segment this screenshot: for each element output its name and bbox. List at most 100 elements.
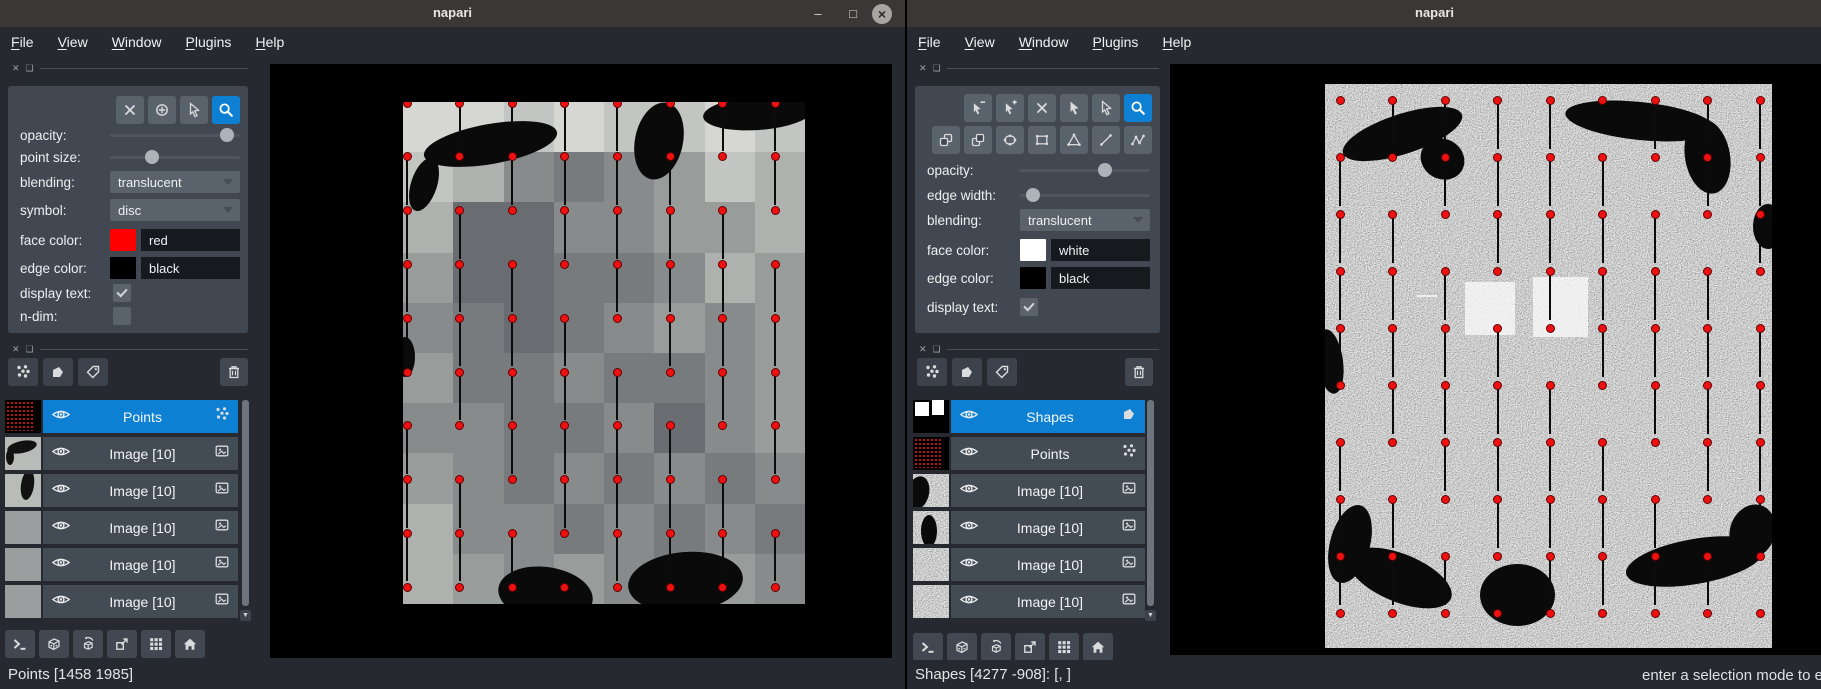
ndisplay-cube-button[interactable] — [947, 633, 977, 661]
roll-cube-button[interactable] — [981, 633, 1011, 661]
layer-row-image-10-[interactable]: Image [10] — [913, 474, 1145, 507]
scroll-down-button[interactable]: ▼ — [1145, 610, 1156, 621]
close-button[interactable]: × — [872, 4, 892, 24]
visibility-eye-icon[interactable] — [959, 593, 979, 611]
select-points-tool[interactable] — [180, 96, 208, 124]
visibility-eye-icon[interactable] — [51, 556, 71, 574]
visibility-eye-icon[interactable] — [51, 593, 71, 611]
vertex-remove-tool[interactable] — [964, 94, 992, 122]
pan-zoom-tool[interactable] — [1124, 94, 1152, 122]
layer-row-image-10-[interactable]: Image [10] — [913, 585, 1145, 618]
menu-window[interactable]: Window — [112, 34, 162, 50]
delete-layer-button[interactable] — [220, 358, 248, 386]
new-points-button[interactable] — [8, 358, 38, 386]
dock-close-icon[interactable]: ✕ — [919, 344, 927, 354]
menu-window[interactable]: Window — [1019, 34, 1069, 50]
layer-row-points[interactable]: Points — [913, 437, 1145, 470]
move-back-tool[interactable] — [932, 126, 960, 154]
visibility-eye-icon[interactable] — [959, 556, 979, 574]
console-button[interactable] — [913, 633, 943, 661]
home-button[interactable] — [1083, 633, 1113, 661]
scroll-down-button[interactable]: ▼ — [240, 610, 251, 621]
opacity-slider[interactable] — [110, 128, 240, 142]
move-front-tool[interactable] — [964, 126, 992, 154]
slider-handle[interactable] — [220, 128, 234, 142]
slider-handle[interactable] — [1097, 163, 1112, 177]
layer-row-image-10-[interactable]: Image [10] — [5, 548, 238, 581]
visibility-eye-icon[interactable] — [959, 445, 979, 463]
add-rectangle-tool[interactable] — [1028, 126, 1056, 154]
transpose-button[interactable] — [1015, 633, 1045, 661]
opacity-slider[interactable] — [1020, 163, 1150, 177]
shape-rectangle[interactable] — [1465, 282, 1515, 335]
add-path-tool[interactable] — [1124, 126, 1152, 154]
symbol-dropdown[interactable]: disc — [110, 199, 240, 221]
grid-button[interactable] — [141, 630, 171, 658]
dock-close-icon[interactable]: ✕ — [12, 344, 20, 354]
menu-view[interactable]: View — [58, 34, 88, 50]
dock-header-controls[interactable]: ✕ ❏ — [12, 62, 248, 74]
new-shapes-button[interactable] — [43, 358, 73, 386]
delete-layer-button[interactable] — [1125, 358, 1153, 386]
dock-float-icon[interactable]: ❏ — [933, 344, 941, 354]
visibility-eye-icon[interactable] — [959, 519, 979, 537]
dock-close-icon[interactable]: ✕ — [919, 63, 927, 73]
menu-help[interactable]: Help — [1162, 34, 1191, 50]
visibility-eye-icon[interactable] — [51, 445, 71, 463]
home-button[interactable] — [175, 630, 205, 658]
blending-dropdown[interactable]: translucent — [110, 171, 240, 193]
dock-float-icon[interactable]: ❏ — [26, 63, 34, 73]
layer-row-points[interactable]: Points — [5, 400, 238, 433]
menu-help[interactable]: Help — [255, 34, 284, 50]
face color-field[interactable]: white — [1051, 239, 1150, 261]
shape-rectangle[interactable] — [1533, 277, 1588, 337]
layer-row-image-10-[interactable]: Image [10] — [5, 437, 238, 470]
menu-file[interactable]: File — [918, 34, 941, 50]
edge width-slider[interactable] — [1020, 188, 1150, 202]
dock-close-icon[interactable]: ✕ — [12, 63, 20, 73]
edge color-field[interactable]: black — [141, 257, 240, 279]
layer-list-scrollbar[interactable] — [1147, 400, 1154, 606]
add-line-tool[interactable] — [1092, 126, 1120, 154]
point size-slider[interactable] — [110, 150, 240, 164]
display text-checkbox[interactable] — [1020, 298, 1038, 316]
dock-header-controls[interactable]: ✕ ❏ — [919, 62, 1159, 74]
select-shape-tool[interactable] — [1060, 94, 1088, 122]
face color-field[interactable]: red — [141, 229, 240, 251]
transpose-button[interactable] — [107, 630, 137, 658]
pan-zoom-tool[interactable] — [212, 96, 240, 124]
new-points-button[interactable] — [917, 358, 947, 386]
delete-points-tool[interactable] — [116, 96, 144, 124]
new-labels-button[interactable] — [987, 358, 1017, 386]
vertex-insert-tool[interactable] — [996, 94, 1024, 122]
titlebar[interactable]: napari – □ × — [0, 0, 905, 27]
face color-swatch[interactable] — [110, 229, 136, 251]
dock-header-layers[interactable]: ✕ ❏ — [919, 343, 1159, 355]
face color-swatch[interactable] — [1020, 239, 1046, 261]
console-button[interactable] — [5, 630, 35, 658]
maximize-button[interactable]: □ — [843, 4, 863, 24]
dock-float-icon[interactable]: ❏ — [933, 63, 941, 73]
ndisplay-cube-button[interactable] — [39, 630, 69, 658]
layer-row-image-10-[interactable]: Image [10] — [5, 585, 238, 618]
edge color-swatch[interactable] — [110, 257, 136, 279]
menu-file[interactable]: File — [11, 34, 34, 50]
menu-plugins[interactable]: Plugins — [1093, 34, 1139, 50]
layer-row-shapes[interactable]: Shapes — [913, 400, 1145, 433]
titlebar[interactable]: napari — [907, 0, 1821, 27]
layer-row-image-10-[interactable]: Image [10] — [5, 474, 238, 507]
edge color-field[interactable]: black — [1051, 267, 1150, 289]
new-labels-button[interactable] — [78, 358, 108, 386]
delete-shape-tool[interactable] — [1028, 94, 1056, 122]
display text-checkbox[interactable] — [113, 284, 131, 302]
viewer-canvas[interactable] — [1170, 64, 1821, 655]
dock-header-layers[interactable]: ✕ ❏ — [12, 343, 248, 355]
direct-select-tool[interactable] — [1092, 94, 1120, 122]
add-polygon-tool[interactable] — [1060, 126, 1088, 154]
roll-cube-button[interactable] — [73, 630, 103, 658]
viewer-canvas[interactable] — [270, 64, 892, 658]
dock-float-icon[interactable]: ❏ — [26, 344, 34, 354]
visibility-eye-icon[interactable] — [51, 519, 71, 537]
menu-plugins[interactable]: Plugins — [186, 34, 232, 50]
minimize-button[interactable]: – — [808, 4, 828, 24]
